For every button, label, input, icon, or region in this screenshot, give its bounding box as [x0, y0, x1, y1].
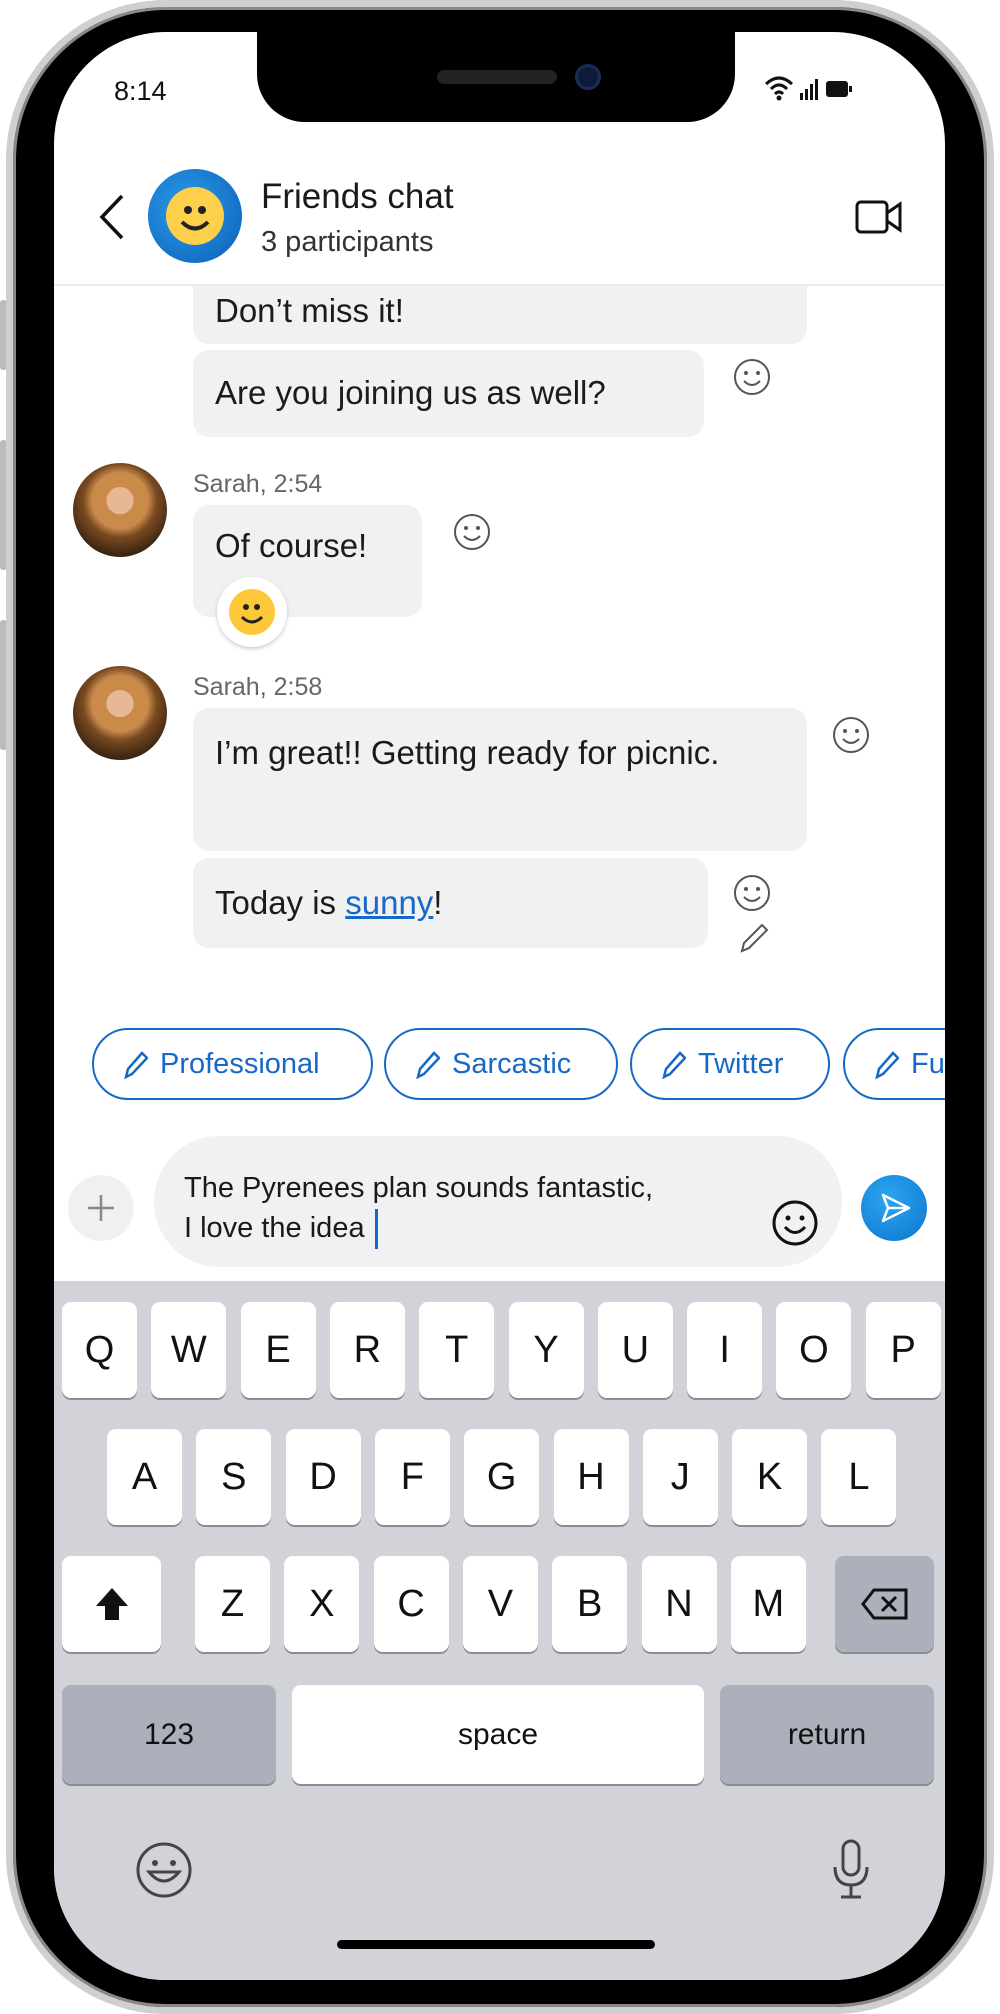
- add-reaction-icon[interactable]: [831, 715, 871, 755]
- smiley-emoji-icon: [229, 589, 275, 635]
- home-indicator[interactable]: [337, 1940, 655, 1949]
- key-w[interactable]: W: [151, 1302, 227, 1398]
- tone-chip-professional[interactable]: Professional: [92, 1028, 373, 1100]
- pencil-icon: [875, 1051, 899, 1079]
- smiley-icon: [772, 1200, 818, 1246]
- key-u[interactable]: U: [597, 1302, 673, 1398]
- key-a[interactable]: A: [107, 1429, 182, 1525]
- sender-timestamp: Sarah, 2:54: [193, 470, 323, 498]
- key-y[interactable]: Y: [508, 1302, 584, 1398]
- key-e[interactable]: E: [240, 1302, 316, 1398]
- reaction-badge[interactable]: [217, 577, 287, 647]
- status-icons: [764, 76, 852, 101]
- tone-chip-fu[interactable]: Fu: [843, 1028, 945, 1100]
- smiley-emoji-icon: [166, 187, 224, 245]
- signal-icon: [800, 79, 818, 100]
- key-l[interactable]: L: [821, 1429, 897, 1525]
- emoji-icon: [136, 1842, 192, 1898]
- key-p[interactable]: P: [865, 1302, 941, 1398]
- back-button[interactable]: [94, 192, 130, 242]
- return-key[interactable]: return: [720, 1685, 934, 1784]
- battery-icon: [826, 81, 852, 97]
- add-reaction-icon[interactable]: [452, 512, 492, 552]
- microphone-icon: [833, 1839, 869, 1899]
- message-text: !: [433, 884, 443, 921]
- key-x[interactable]: X: [284, 1556, 360, 1652]
- key-n[interactable]: N: [641, 1556, 717, 1652]
- send-button[interactable]: [861, 1175, 927, 1241]
- message-text: Are you joining us as well?: [215, 374, 606, 411]
- tone-chip-sarcastic[interactable]: Sarcastic: [384, 1028, 618, 1100]
- message-bubble[interactable]: Today is sunny!: [193, 858, 708, 948]
- sender-timestamp: Sarah, 2:58: [193, 673, 323, 701]
- key-i[interactable]: I: [687, 1302, 763, 1398]
- shift-key[interactable]: [62, 1556, 161, 1652]
- key-h[interactable]: H: [553, 1429, 629, 1525]
- key-j[interactable]: J: [642, 1429, 718, 1525]
- key-v[interactable]: V: [462, 1556, 538, 1652]
- key-q[interactable]: Q: [62, 1302, 137, 1398]
- speaker: [437, 70, 557, 84]
- tone-chip-twitter[interactable]: Twitter: [630, 1028, 830, 1100]
- emoji-picker-button[interactable]: [770, 1198, 820, 1248]
- chip-label: Twitter: [698, 1047, 784, 1080]
- key-o[interactable]: O: [776, 1302, 852, 1398]
- pencil-icon: [416, 1051, 440, 1079]
- key-f[interactable]: F: [374, 1429, 450, 1525]
- key-b[interactable]: B: [552, 1556, 628, 1652]
- sarah-avatar[interactable]: [73, 463, 167, 557]
- message-bubble[interactable]: I’m great!! Getting ready for picnic.: [193, 708, 807, 851]
- screen: 8:14 Friends chat 3 participants Don’t m…: [54, 32, 945, 1980]
- dictation-button[interactable]: [829, 1837, 873, 1903]
- camera: [575, 64, 601, 90]
- notch: [257, 32, 735, 122]
- key-c[interactable]: C: [373, 1556, 449, 1652]
- group-avatar[interactable]: [148, 169, 242, 263]
- text-caret: [374, 1209, 378, 1250]
- key-r[interactable]: R: [329, 1302, 405, 1398]
- send-icon: [881, 1193, 911, 1223]
- pencil-icon: [124, 1051, 148, 1079]
- key-s[interactable]: S: [196, 1429, 272, 1525]
- message-text: Of course!: [215, 527, 368, 564]
- add-reaction-icon[interactable]: [732, 873, 772, 913]
- key-k[interactable]: K: [732, 1429, 808, 1525]
- add-reaction-icon[interactable]: [732, 357, 772, 397]
- message-input-text[interactable]: The Pyrenees plan sounds fantastic, I lov…: [184, 1168, 744, 1250]
- plus-icon: [88, 1195, 114, 1221]
- chip-label: Professional: [160, 1047, 320, 1080]
- status-time: 8:14: [114, 76, 167, 106]
- video-call-button[interactable]: [854, 198, 904, 236]
- keyboard-emoji-button[interactable]: [134, 1840, 194, 1900]
- message-bubble[interactable]: Are you joining us as well?: [193, 350, 704, 437]
- backspace-key[interactable]: [835, 1556, 934, 1652]
- key-t[interactable]: T: [419, 1302, 495, 1398]
- key-z[interactable]: Z: [195, 1556, 270, 1652]
- edit-icon[interactable]: [734, 917, 774, 957]
- message-text: I’m great!! Getting ready for picnic.: [215, 734, 720, 771]
- shift-icon: [95, 1588, 128, 1620]
- chevron-left-icon: [99, 194, 124, 240]
- message-text: Don’t miss it!: [215, 292, 404, 329]
- message-bubble[interactable]: Don’t miss it!: [193, 286, 807, 344]
- chip-label: Fu: [911, 1047, 945, 1080]
- pencil-icon: [662, 1051, 686, 1079]
- message-text: Today is: [215, 884, 346, 921]
- add-attachment-button[interactable]: [68, 1175, 134, 1241]
- space-key[interactable]: space: [292, 1685, 704, 1784]
- sarah-avatar[interactable]: [73, 666, 167, 760]
- backspace-icon: [860, 1588, 907, 1620]
- chat-title: Friends chat: [261, 177, 454, 216]
- wifi-icon: [764, 76, 794, 96]
- chip-label: Sarcastic: [452, 1047, 572, 1080]
- key-d[interactable]: D: [285, 1429, 361, 1525]
- participants-count[interactable]: 3 participants: [261, 226, 434, 259]
- key-g[interactable]: G: [464, 1429, 540, 1525]
- numbers-key[interactable]: 123: [62, 1685, 276, 1784]
- key-m[interactable]: M: [730, 1556, 806, 1652]
- video-camera-icon: [855, 200, 902, 234]
- message-link[interactable]: sunny: [345, 884, 433, 921]
